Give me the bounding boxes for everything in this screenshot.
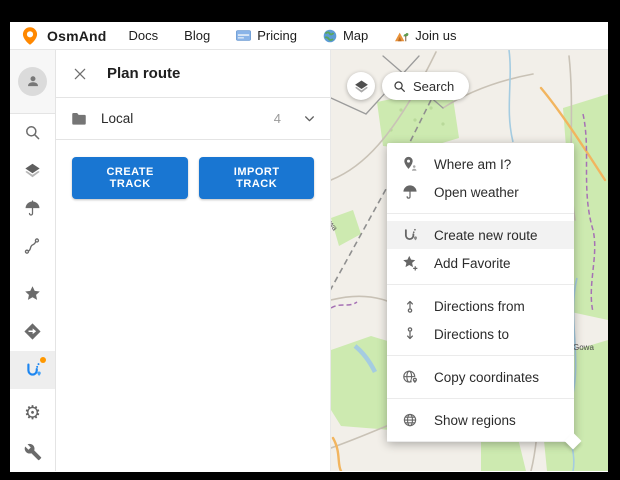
import-track-button[interactable]: IMPORT TRACK <box>199 157 314 199</box>
sidebar-item-plan-route[interactable] <box>10 351 55 389</box>
folder-count: 4 <box>274 111 281 126</box>
person-icon <box>24 72 42 90</box>
brand-name: OsmAnd <box>47 28 107 44</box>
icon-sidebar: ⚙ <box>10 50 56 471</box>
brand-link[interactable]: OsmAnd <box>20 26 107 46</box>
osmand-logo-icon <box>20 26 40 46</box>
folder-row-local[interactable]: Local 4 <box>56 98 330 140</box>
directions-from-icon <box>400 297 419 315</box>
sidebar-item-weather[interactable] <box>10 190 55 228</box>
menu-item-create-new-route[interactable]: Create new route <box>387 221 574 249</box>
globe-icon <box>400 411 419 429</box>
sidebar-item-map-layers[interactable] <box>10 152 55 190</box>
map-place-label: Gowa <box>573 343 594 352</box>
folder-name: Local <box>101 111 133 126</box>
sidebar-item-account[interactable] <box>10 50 55 114</box>
panel-title: Plan route <box>107 65 180 82</box>
close-panel-button[interactable] <box>72 66 88 82</box>
plan-route-panel: Plan route Local 4 CREATE TRACK IMPORT T… <box>56 50 331 471</box>
map-layers-button[interactable] <box>347 72 375 100</box>
menu-group: Directions from Directions to <box>387 285 574 356</box>
menu-group: Show regions <box>387 399 574 442</box>
umbrella-icon <box>23 199 42 218</box>
star-plus-icon <box>400 254 419 272</box>
sidebar-item-search[interactable] <box>10 114 55 152</box>
menu-item-open-weather[interactable]: Open weather <box>387 178 574 206</box>
track-squiggle-icon <box>23 237 42 256</box>
app-window: OsmAnd Docs Blog Pricing Map Join us <box>10 22 608 472</box>
menu-item-directions-to[interactable]: Directions to <box>387 320 574 348</box>
notification-badge-dot <box>40 357 46 363</box>
nav-join-us[interactable]: Join us <box>394 28 456 43</box>
folder-icon <box>70 110 88 128</box>
panel-header: Plan route <box>56 50 330 98</box>
header-nav: Docs Blog Pricing Map Join us <box>129 28 457 43</box>
wrench-icon <box>24 443 42 461</box>
map-canvas[interactable]: Gowa Magistrala Kolejowa Search Where am… <box>331 50 608 471</box>
menu-item-where-am-i[interactable]: Where am I? <box>387 150 574 178</box>
gear-icon: ⚙ <box>24 404 41 423</box>
credit-card-icon <box>236 30 251 41</box>
map-search-button[interactable]: Search <box>382 72 469 100</box>
umbrella-icon <box>400 183 419 201</box>
panel-buttons: CREATE TRACK IMPORT TRACK <box>56 140 330 216</box>
layers-icon <box>23 161 42 180</box>
sidebar-item-settings[interactable]: ⚙ <box>10 395 55 433</box>
nav-map[interactable]: Map <box>323 28 368 43</box>
route-icon <box>400 226 419 244</box>
sidebar-item-tools[interactable] <box>10 433 55 471</box>
map-search-label: Search <box>413 79 454 94</box>
menu-item-directions-from[interactable]: Directions from <box>387 292 574 320</box>
navigation-diamond-icon <box>23 322 42 341</box>
star-icon <box>23 284 42 303</box>
layers-icon <box>353 78 370 95</box>
sidebar-item-favorites[interactable] <box>10 275 55 313</box>
camping-icon <box>394 29 409 42</box>
top-navbar: OsmAnd Docs Blog Pricing Map Join us <box>10 22 608 50</box>
nav-docs[interactable]: Docs <box>129 28 159 43</box>
place-person-icon <box>400 155 419 173</box>
menu-item-copy-coordinates[interactable]: Copy coordinates <box>387 363 574 391</box>
avatar <box>18 67 47 96</box>
close-icon <box>72 66 88 82</box>
menu-item-add-favorite[interactable]: Add Favorite <box>387 249 574 277</box>
plan-route-icon <box>23 360 43 380</box>
search-icon <box>392 79 407 94</box>
menu-group: Copy coordinates <box>387 356 574 399</box>
chevron-down-icon[interactable] <box>303 112 316 125</box>
menu-group: Create new route Add Favorite <box>387 214 574 285</box>
nav-pricing[interactable]: Pricing <box>236 28 297 43</box>
sidebar-item-navigation[interactable] <box>10 313 55 351</box>
map-context-menu: Where am I? Open weather Create <box>387 143 574 442</box>
menu-group: Where am I? Open weather <box>387 143 574 214</box>
nav-blog[interactable]: Blog <box>184 28 210 43</box>
search-icon <box>23 123 42 142</box>
sidebar-item-tracks[interactable] <box>10 228 55 266</box>
create-track-button[interactable]: CREATE TRACK <box>72 157 188 199</box>
menu-item-show-regions[interactable]: Show regions <box>387 406 574 434</box>
globe-pin-icon <box>400 368 419 386</box>
directions-to-icon <box>400 325 419 343</box>
globe-earth-icon <box>323 29 337 43</box>
